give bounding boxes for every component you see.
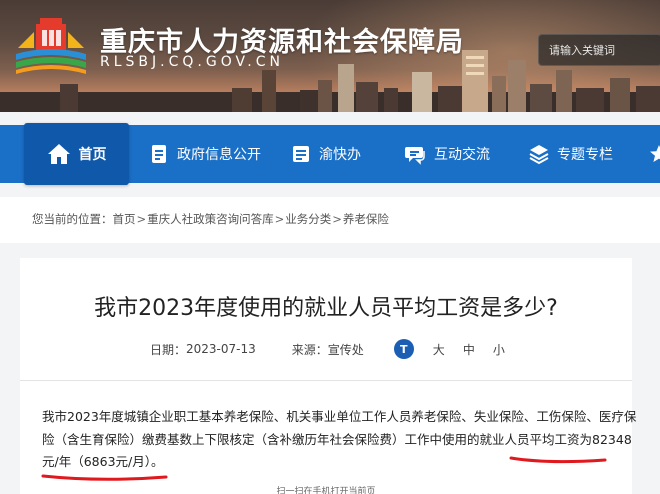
search-box[interactable]: [538, 34, 660, 66]
nav-item-interaction[interactable]: 互动交流: [405, 125, 490, 183]
breadcrumb-bar: 您当前的位置：首页>重庆人社政策咨询问答库>业务分类>养老保险: [0, 197, 660, 243]
font-size-medium-button[interactable]: 中: [463, 341, 475, 358]
star-icon: [648, 143, 660, 165]
article-title: 我市2023年度使用的就业人员平均工资是多少?: [94, 296, 558, 321]
bureau-logo-emblem: [16, 18, 86, 74]
layers-icon: [528, 143, 550, 165]
article-body: 我市2023年度城镇企业职工基本养老保险、机关事业单位工作人员养老保险、失业保险…: [42, 406, 637, 474]
article-body-line: 险（含生育保险）缴费基数上下限核定（含补缴历年社会保险费）工作中使用的就业人员平…: [42, 431, 632, 447]
article-card: 我市2023年度使用的就业人员平均工资是多少? 日期： 2023-07-13 来…: [20, 258, 637, 494]
breadcrumb-separator: >: [136, 212, 147, 226]
source-value: 宣传处: [327, 342, 364, 357]
nav-item-yukuaiban[interactable]: 渝快办: [290, 125, 361, 183]
breadcrumb-item-category[interactable]: 业务分类: [285, 212, 331, 226]
nav-item-label: 互动交流: [434, 147, 490, 163]
nav-item-label: 专题专栏: [557, 147, 613, 163]
chat-icon: [405, 143, 427, 165]
article-body-line: 元/年（6863元/月）。: [42, 454, 164, 469]
font-size-large-button[interactable]: 大: [433, 341, 445, 358]
nav-item-home[interactable]: 首页: [24, 123, 129, 185]
breadcrumb-separator: >: [332, 212, 342, 226]
site-header: 重庆市人力资源和社会保障局 RLSBJ.CQ.GOV.CN: [0, 0, 660, 112]
breadcrumb-item-home[interactable]: 首页: [113, 212, 136, 226]
home-icon: [47, 142, 71, 166]
id-card-icon: [290, 143, 312, 165]
breadcrumb-prefix: 您当前的位置：: [32, 212, 113, 226]
nav-item-more[interactable]: [648, 125, 660, 183]
nav-item-label: 政府信息公开: [177, 147, 261, 163]
nav-item-special-topics[interactable]: 专题专栏: [528, 125, 613, 183]
date-value: 2023-07-13: [186, 342, 256, 356]
breadcrumb-separator: >: [274, 212, 285, 226]
font-size-small-button[interactable]: 小: [493, 341, 505, 358]
breadcrumb-item-pension[interactable]: 养老保险: [343, 212, 389, 226]
breadcrumb-item-faq-library[interactable]: 重庆人社政策咨询问答库: [147, 212, 274, 226]
breadcrumb: 您当前的位置：首页>重庆人社政策咨询问答库>业务分类>养老保险: [32, 211, 389, 227]
nav-item-label: 首页: [78, 147, 107, 163]
source-label: 来源：: [291, 342, 328, 357]
date-label: 日期：: [150, 342, 187, 357]
document-icon: [148, 143, 170, 165]
nav-item-label: 渝快办: [319, 147, 361, 163]
nav-item-gov-info[interactable]: 政府信息公开: [148, 125, 261, 183]
article-meta: 日期： 2023-07-13 来源： 宣传处 T 大 中 小: [150, 338, 514, 360]
title-divider: [20, 380, 632, 381]
search-input[interactable]: [539, 35, 660, 65]
font-size-icon: T: [393, 339, 414, 359]
article-body-line: 我市2023年度城镇企业职工基本养老保险、机关事业单位工作人员养老保险、失业保险…: [42, 409, 637, 424]
site-domain: RLSBJ.CQ.GOV.CN: [100, 54, 284, 70]
qr-scan-hint: 扫一扫在手机打开当前页: [276, 487, 376, 494]
